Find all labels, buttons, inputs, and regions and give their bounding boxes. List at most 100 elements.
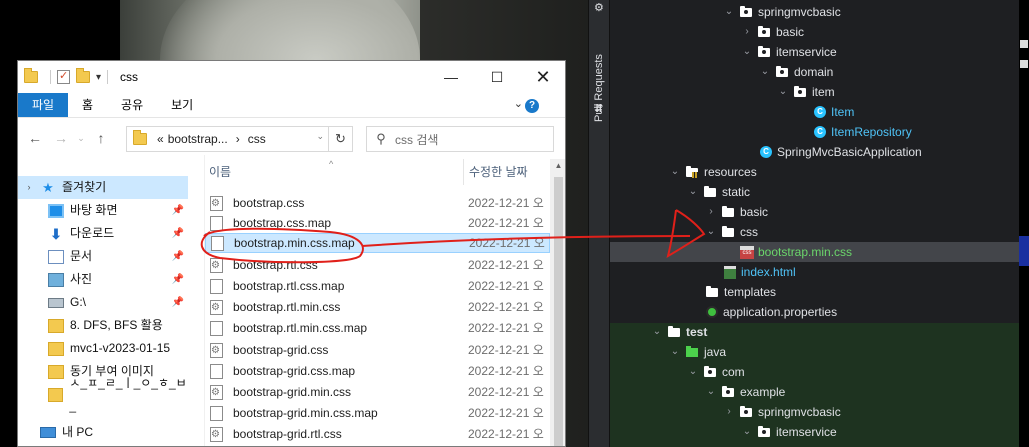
new-folder-icon[interactable] — [76, 68, 90, 83]
breadcrumb-separator[interactable]: › — [236, 132, 240, 146]
expand-ribbon-icon[interactable]: ⌄ — [514, 97, 523, 110]
maximize-button[interactable]: ☐ — [474, 61, 520, 93]
tab-file[interactable]: 파일 — [18, 93, 68, 117]
tree-item-domain[interactable]: ⌄ domain — [758, 62, 834, 82]
file-row[interactable]: bootstrap-grid.css.map 2022-12-21 오 — [205, 361, 550, 381]
minimize-button[interactable]: — — [428, 61, 474, 93]
scroll-up-icon[interactable]: ▲ — [550, 161, 565, 170]
chevron-down-icon[interactable]: ⌄ — [668, 342, 682, 362]
close-button[interactable]: ✕ — [520, 61, 565, 93]
forward-arrow-icon[interactable]: → — [48, 130, 74, 146]
tree-item-test[interactable]: ⌄ test — [650, 322, 708, 342]
chevron-down-icon[interactable]: ⌄ — [758, 62, 772, 82]
file-row[interactable]: bootstrap.rtl.css.map 2022-12-21 오 — [205, 276, 550, 296]
nav-item-downloads[interactable]: ⬇ 다운로드 📌 — [48, 222, 188, 245]
file-row[interactable]: bootstrap-grid.min.css 2022-12-21 오 — [205, 382, 550, 403]
file-row[interactable]: bootstrap.css 2022-12-21 오 — [205, 193, 550, 214]
back-arrow-icon[interactable]: ← — [22, 130, 48, 146]
chevron-right-icon[interactable]: › — [740, 22, 754, 42]
tree-item-static-basic[interactable]: › basic — [704, 202, 768, 222]
chevron-down-icon[interactable]: ⌄ — [686, 182, 700, 202]
chevron-right-icon[interactable]: › — [18, 176, 40, 199]
pc-icon — [40, 427, 56, 438]
tree-item-test-springmvcbasic[interactable]: › springmvcbasic — [722, 402, 840, 422]
customize-toolbar-icon[interactable]: ▾ — [96, 72, 101, 83]
nav-item-dfs-bfs[interactable]: 8. DFS, BFS 활용 — [48, 314, 188, 337]
tree-item-com[interactable]: ⌄ com — [686, 362, 745, 382]
package-icon — [758, 425, 770, 437]
file-name: bootstrap.rtl.min.css.map — [233, 321, 368, 335]
file-name: bootstrap.min.css.map — [234, 236, 355, 250]
address-dropdown-icon[interactable]: ⌄ — [316, 131, 324, 142]
file-row[interactable]: bootstrap-grid.min.css.map 2022-12-21 오 — [205, 403, 550, 423]
file-row-selected[interactable]: bootstrap.min.css.map 2022-12-21 오 — [205, 233, 550, 253]
chevron-right-icon[interactable]: › — [722, 402, 736, 422]
chevron-down-icon[interactable]: ⌄ — [704, 222, 718, 242]
window-title: css — [120, 70, 139, 84]
tree-item-label: com — [722, 365, 745, 379]
tree-item-resources[interactable]: ⌄ resources — [668, 162, 757, 182]
recent-locations-icon[interactable]: ⌄ — [74, 133, 88, 144]
nav-item-quick-access[interactable]: › ★ 즐겨찾기 — [18, 176, 188, 199]
tree-item-springmvcbasicapplication[interactable]: C SpringMvcBasicApplication — [760, 142, 922, 162]
tree-item-test-itemservice[interactable]: ⌄ itemservice — [740, 422, 837, 442]
tree-item-basic[interactable]: › basic — [740, 22, 804, 42]
refresh-icon[interactable]: ↻ — [328, 127, 352, 151]
file-row[interactable]: bootstrap-grid.rtl.css 2022-12-21 오 — [205, 424, 550, 445]
nav-item-folder[interactable]: ㅅ_ㅍ_ㄹ_ㅣ_ㅇ_ㅎ_ㅂ_ — [48, 376, 188, 413]
file-row[interactable]: bootstrap.rtl.min.css.map 2022-12-21 오 — [205, 318, 550, 338]
chevron-right-icon[interactable]: › — [704, 202, 718, 222]
nav-item-documents[interactable]: 문서 📌 — [48, 245, 188, 268]
tree-item-bootstrap-min-css[interactable]: css bootstrap.min.css — [740, 242, 852, 262]
chevron-down-icon[interactable]: ⌄ — [776, 82, 790, 102]
tree-item-java[interactable]: ⌄ java — [668, 342, 726, 362]
breadcrumb-bootstrap[interactable]: bootstrap... — [168, 132, 228, 146]
tree-item-springmvcbasic[interactable]: ⌄ springmvcbasic — [722, 2, 841, 22]
tree-item-item-class[interactable]: C Item — [814, 102, 854, 122]
help-icon[interactable]: ? — [525, 99, 539, 113]
settings-icon[interactable]: ⚙ — [594, 1, 604, 14]
nav-item-desktop[interactable]: 바탕 화면 📌 — [48, 199, 188, 222]
breadcrumb-overflow[interactable]: « — [157, 132, 164, 146]
file-row[interactable]: bootstrap.css.map 2022-12-21 오 — [205, 213, 550, 233]
tree-item-example[interactable]: ⌄ example — [704, 382, 786, 402]
column-header-name[interactable]: 이름 ^ — [209, 159, 463, 185]
column-header-modified[interactable]: 수정한 날짜 — [469, 159, 550, 185]
file-row[interactable]: bootstrap.rtl.css 2022-12-21 오 — [205, 255, 550, 276]
tree-item-css[interactable]: ⌄ css — [704, 222, 758, 242]
properties-icon[interactable] — [57, 69, 70, 84]
tree-item-templates[interactable]: templates — [706, 282, 776, 302]
tab-home[interactable]: 홈 — [68, 93, 107, 117]
tree-item-index-html[interactable]: index.html — [724, 262, 796, 282]
nav-item-drive-g[interactable]: G:\ 📌 — [48, 291, 188, 314]
chevron-down-icon[interactable]: ⌄ — [740, 422, 754, 442]
tree-item-static[interactable]: ⌄ static — [686, 182, 750, 202]
tree-item-item[interactable]: ⌄ item — [776, 82, 835, 102]
tree-item-label: itemservice — [776, 425, 837, 439]
scrollbar-thumb[interactable] — [554, 177, 563, 446]
chevron-down-icon[interactable]: ⌄ — [686, 362, 700, 382]
nav-item-mvc1[interactable]: mvc1-v2023-01-15 — [48, 337, 188, 360]
address-bar[interactable]: « bootstrap... › css ⌄ ↻ — [126, 126, 353, 152]
tab-view[interactable]: 보기 — [157, 93, 207, 117]
chevron-down-icon[interactable]: ⌄ — [704, 382, 718, 402]
nav-item-this-pc[interactable]: 내 PC — [40, 421, 188, 444]
nav-item-pictures[interactable]: 사진 📌 — [48, 268, 188, 291]
chevron-down-icon[interactable]: ⌄ — [722, 2, 736, 22]
chevron-down-icon[interactable]: ⌄ — [668, 162, 682, 182]
tree-item-application-properties[interactable]: application.properties — [706, 302, 837, 322]
file-row[interactable]: bootstrap.rtl.min.css 2022-12-21 오 — [205, 297, 550, 318]
tab-share[interactable]: 공유 — [107, 93, 157, 117]
chevron-down-icon[interactable]: ⌄ — [740, 42, 754, 62]
chevron-down-icon[interactable]: ⌄ — [650, 322, 664, 342]
tree-item-itemrepository[interactable]: C ItemRepository — [814, 122, 912, 142]
vertical-scrollbar[interactable]: ▲ — [550, 159, 565, 446]
breadcrumb-css[interactable]: css — [248, 132, 266, 146]
column-divider[interactable] — [463, 159, 464, 185]
file-row[interactable]: bootstrap-grid.css 2022-12-21 오 — [205, 340, 550, 361]
nav-item-label: 8. DFS, BFS 활용 — [70, 318, 163, 332]
up-arrow-icon[interactable]: ↑ — [88, 130, 114, 146]
file-date: 2022-12-21 오 — [468, 258, 544, 272]
tree-item-itemservice[interactable]: ⌄ itemservice — [740, 42, 837, 62]
search-box[interactable]: ⚲ css 검색 — [366, 126, 554, 152]
